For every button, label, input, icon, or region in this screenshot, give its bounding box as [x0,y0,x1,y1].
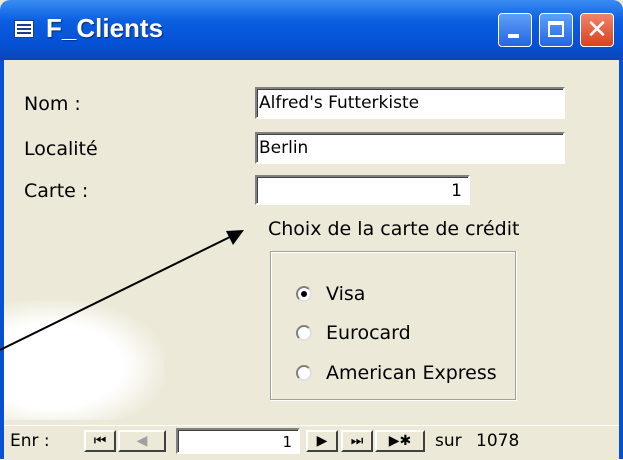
record-total-prefix: sur [435,431,462,451]
next-record-button[interactable]: ▶ [306,430,338,452]
new-record-button[interactable]: ▶✱ [375,430,425,452]
nom-field[interactable]: Alfred's Futterkiste [255,87,565,119]
record-number-field[interactable]: 1 [176,428,300,454]
visa-label[interactable]: Visa [326,283,365,305]
minimize-icon [508,34,519,38]
eurocard-label[interactable]: Eurocard [326,322,411,344]
new-record-icon: ▶✱ [388,433,412,449]
last-record-icon: ⏭ [350,433,364,449]
localite-field[interactable]: Berlin [255,132,565,164]
form-window: F_Clients ✕ Nom : Alfred's Futterkiste L… [0,0,623,460]
eurocard-radio[interactable] [296,325,312,341]
title-bar[interactable]: F_Clients ✕ [0,0,623,60]
previous-record-button[interactable]: ◀ [118,430,166,452]
american-express-radio[interactable] [296,365,312,381]
maximize-icon [548,21,564,37]
localite-label: Localité [24,138,98,160]
form-icon [14,20,34,38]
nom-label: Nom : [24,93,81,115]
window-frame-right [619,60,623,459]
close-button[interactable]: ✕ [580,13,614,47]
close-icon: ✕ [586,15,608,45]
first-record-button[interactable]: ⏮ [84,430,116,452]
american-express-label[interactable]: American Express [326,362,497,384]
record-total: 1078 [476,431,520,451]
group-caption: Choix de la carte de crédit [268,218,520,240]
previous-record-icon: ◀ [136,433,148,449]
carte-field[interactable]: 1 [255,175,470,205]
carte-label: Carte : [24,180,89,202]
maximize-button[interactable] [539,13,573,47]
minimize-button[interactable] [498,13,532,47]
last-record-button[interactable]: ⏭ [341,430,373,452]
window-title: F_Clients [46,13,164,43]
next-record-icon: ▶ [316,433,328,449]
visa-radio[interactable] [296,286,312,302]
record-label: Enr : [10,431,50,451]
annotation-arrow [0,230,244,351]
first-record-icon: ⏮ [93,433,107,449]
